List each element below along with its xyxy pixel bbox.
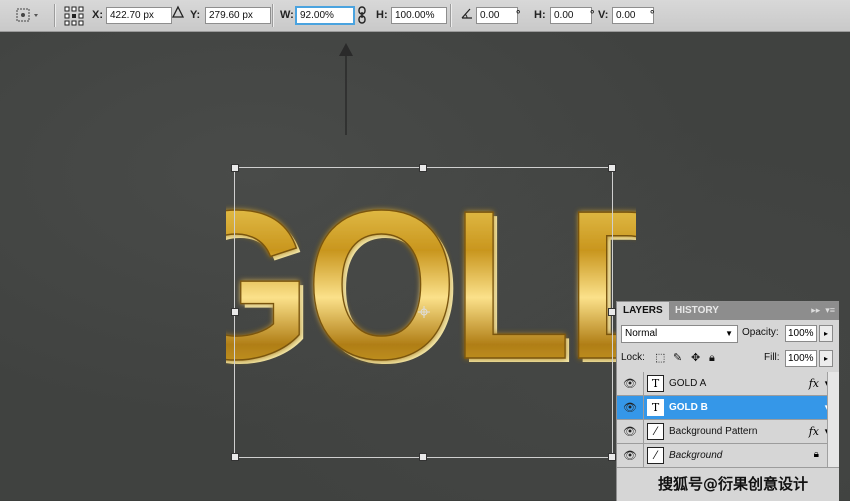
visibility-eye-icon[interactable]: 👁︎ xyxy=(623,449,637,462)
transform-bounding-box[interactable] xyxy=(231,164,616,461)
transform-handle-top-right[interactable] xyxy=(608,164,616,172)
layer-row-background[interactable]: 👁︎ ⁄ Background 🔒︎ xyxy=(617,444,839,468)
relative-position-icon[interactable] xyxy=(171,5,185,23)
panel-tab-bar: LAYERS HISTORY ▸▸ ▾≡ xyxy=(617,302,839,320)
transform-handle-top-left[interactable] xyxy=(231,164,239,172)
blend-mode-select[interactable]: Normal ▼ xyxy=(621,325,738,343)
y-label: Y: xyxy=(190,9,201,21)
layer-name[interactable]: Background Pattern xyxy=(669,420,757,443)
tab-history[interactable]: HISTORY xyxy=(669,302,725,320)
x-label: X: xyxy=(92,9,103,21)
transform-handle-middle-left[interactable] xyxy=(231,308,239,316)
visibility-eye-icon[interactable]: 👁︎ xyxy=(623,377,637,390)
lock-transparent-icon[interactable]: ⬚ xyxy=(655,350,665,366)
brush-layer-thumbnail-icon: ⁄ xyxy=(647,423,664,440)
transform-handle-bottom-center[interactable] xyxy=(419,453,427,461)
text-layer-thumbnail-icon: T xyxy=(647,399,664,416)
link-aspect-icon[interactable] xyxy=(357,6,367,24)
transform-handle-bottom-left[interactable] xyxy=(231,453,239,461)
layers-list: 👁︎ T GOLD A fx ▼ 👁︎ T GOLD B ▼ 👁︎ ⁄ Back… xyxy=(617,372,839,468)
layer-name[interactable]: GOLD B xyxy=(669,396,708,419)
skew-h-label: H: xyxy=(534,9,546,21)
layer-row-background-pattern[interactable]: 👁︎ ⁄ Background Pattern fx ▼ xyxy=(617,420,839,444)
reference-point-locator-icon[interactable] xyxy=(14,6,40,24)
panel-menu-icon[interactable]: ▸▸ ▾≡ xyxy=(811,305,835,316)
blend-mode-value: Normal xyxy=(625,328,658,339)
rotate-degree-label: ° xyxy=(516,9,521,21)
lock-all-icon[interactable]: 🔒︎ xyxy=(709,350,715,366)
transform-handle-bottom-right[interactable] xyxy=(608,453,616,461)
layer-name[interactable]: GOLD A xyxy=(669,372,706,395)
watermark-text: 搜狐号@衍果创意设计 xyxy=(658,475,809,493)
opacity-field[interactable]: 100% xyxy=(785,325,817,342)
x-position-field[interactable]: 422.70 px xyxy=(106,7,172,24)
fill-slider-arrow-icon[interactable]: ▸ xyxy=(819,350,833,367)
width-field[interactable]: 92.00% xyxy=(295,6,355,25)
visibility-eye-icon[interactable]: 👁︎ xyxy=(623,425,637,438)
skew-v-label: V: xyxy=(598,9,609,21)
chevron-down-icon: ▼ xyxy=(725,329,733,338)
layer-name[interactable]: Background xyxy=(669,444,722,467)
tab-layers[interactable]: LAYERS xyxy=(617,302,669,320)
skew-v-field[interactable]: 0.00 xyxy=(612,7,654,24)
skew-v-degree-label: ° xyxy=(650,9,655,21)
opacity-slider-arrow-icon[interactable]: ▸ xyxy=(819,325,833,342)
w-label: W: xyxy=(280,9,294,21)
skew-h-degree-label: ° xyxy=(590,9,595,21)
lock-label: Lock: xyxy=(621,352,645,363)
layer-row-gold-b[interactable]: 👁︎ T GOLD B ▼ xyxy=(617,396,839,420)
fill-field[interactable]: 100% xyxy=(785,350,817,367)
pointer-arrow xyxy=(339,43,353,135)
layer-effects-fx-icon[interactable]: fx xyxy=(809,372,819,395)
h-label: H: xyxy=(376,9,388,21)
layers-scrollbar[interactable] xyxy=(827,372,839,467)
height-field[interactable]: 100.00% xyxy=(391,7,447,24)
lock-image-brush-icon[interactable]: ✎ xyxy=(673,350,682,366)
rotate-angle-field[interactable]: 0.00 xyxy=(476,7,518,24)
reference-point-grid-icon[interactable] xyxy=(64,6,84,26)
visibility-eye-icon[interactable]: 👁︎ xyxy=(623,401,637,414)
transform-handle-top-center[interactable] xyxy=(419,164,427,172)
layer-effects-fx-icon[interactable]: fx xyxy=(809,420,819,443)
layer-lock-icon: 🔒︎ xyxy=(813,449,819,460)
layers-panel: LAYERS HISTORY ▸▸ ▾≡ Normal ▼ Opacity: 1… xyxy=(616,301,839,501)
layer-row-gold-a[interactable]: 👁︎ T GOLD A fx ▼ xyxy=(617,372,839,396)
text-layer-thumbnail-icon: T xyxy=(647,375,664,392)
transform-handle-middle-right[interactable] xyxy=(608,308,616,316)
fill-label: Fill: xyxy=(764,352,780,363)
transform-center-point-icon[interactable] xyxy=(418,306,430,318)
y-position-field[interactable]: 279.60 px xyxy=(205,7,271,24)
lock-position-move-icon[interactable]: ✥ xyxy=(691,350,700,366)
opacity-label: Opacity: xyxy=(742,327,779,338)
options-bar: X: 422.70 px Y: 279.60 px W: 92.00% H: 1… xyxy=(0,0,850,32)
brush-layer-thumbnail-icon: ⁄ xyxy=(647,447,664,464)
skew-h-field[interactable]: 0.00 xyxy=(550,7,592,24)
rotate-angle-icon xyxy=(460,6,474,24)
